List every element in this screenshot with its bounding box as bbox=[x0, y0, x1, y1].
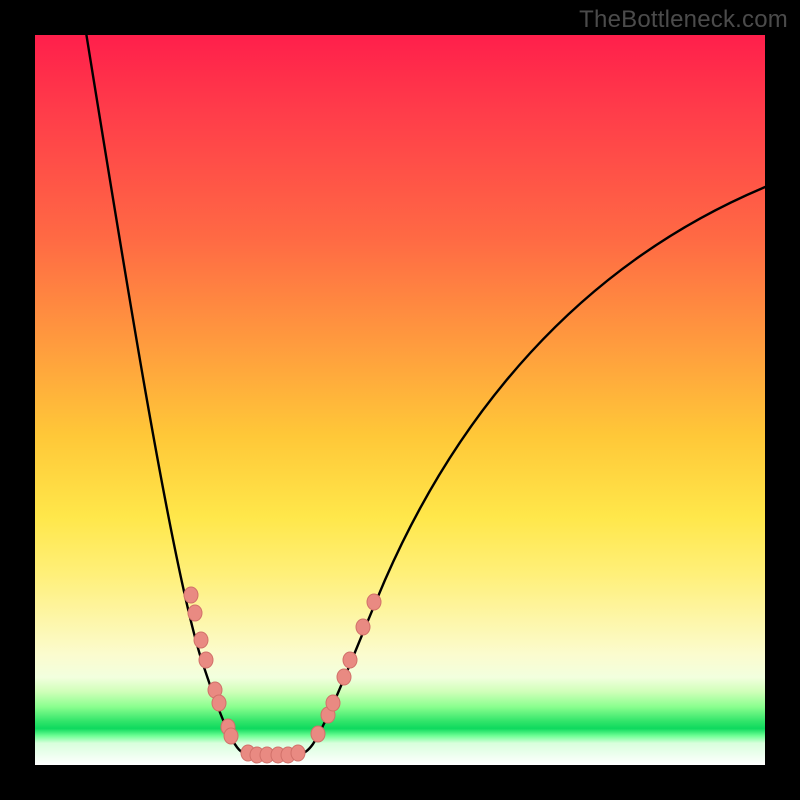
marker-point bbox=[212, 695, 226, 711]
marker-point bbox=[188, 605, 202, 621]
marker-point bbox=[224, 728, 238, 744]
marker-group bbox=[184, 587, 381, 763]
marker-point bbox=[356, 619, 370, 635]
marker-point bbox=[337, 669, 351, 685]
chart-plot-area bbox=[35, 35, 765, 765]
marker-point bbox=[291, 745, 305, 761]
marker-point bbox=[326, 695, 340, 711]
watermark-text: TheBottleneck.com bbox=[579, 6, 788, 34]
marker-point bbox=[367, 594, 381, 610]
chart-frame: TheBottleneck.com bbox=[0, 0, 800, 800]
marker-point bbox=[194, 632, 208, 648]
marker-point bbox=[184, 587, 198, 603]
chart-svg bbox=[35, 35, 765, 765]
marker-point bbox=[311, 726, 325, 742]
marker-point bbox=[199, 652, 213, 668]
left-curve bbox=[80, 0, 273, 755]
marker-point bbox=[343, 652, 357, 668]
